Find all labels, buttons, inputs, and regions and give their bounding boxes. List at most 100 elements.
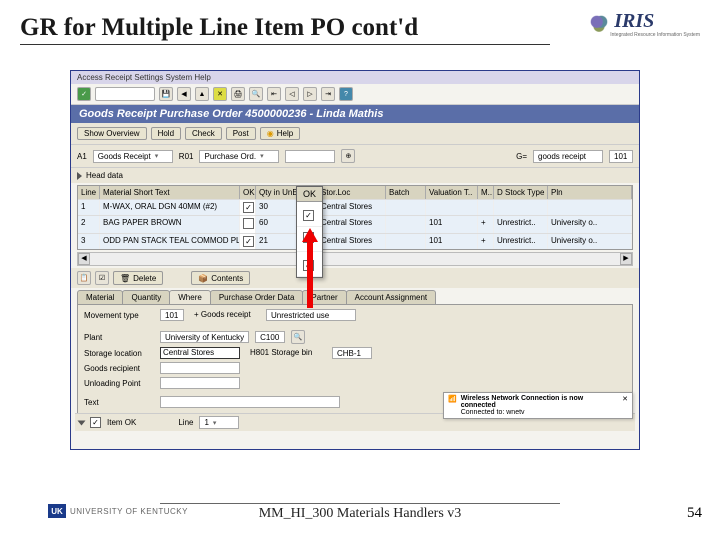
delete-button[interactable]: 🗑Delete — [113, 271, 163, 285]
col-pln[interactable]: Pln — [548, 186, 632, 199]
reference-dropdown[interactable]: Purchase Ord. — [199, 150, 279, 163]
notif-line1: Wireless Network Connection is now conne… — [461, 395, 618, 409]
close-icon[interactable]: ✕ — [622, 395, 628, 403]
contents-button[interactable]: 📦Contents — [191, 271, 250, 285]
table-row[interactable]: 2BAG PAPER BROWN60IVCentral Stores101+Un… — [78, 215, 632, 233]
tab-where[interactable]: Where — [169, 290, 211, 304]
storage-location-label: Storage location — [84, 349, 154, 358]
first-page-icon[interactable]: ⇤ — [267, 87, 281, 101]
table-row[interactable]: 3ODD PAN STACK TEAL COMMOD PLSTC✓21IVCen… — [78, 233, 632, 249]
unloading-point-field[interactable] — [160, 377, 240, 389]
scroll-right-icon[interactable]: ▶ — [620, 253, 632, 265]
col-ok[interactable]: OK — [240, 186, 256, 199]
check-button[interactable]: Check — [185, 127, 222, 140]
iris-text: IRIS — [614, 10, 700, 33]
slide-footer: MM_HI_300 Materials Handlers v3 — [160, 503, 560, 522]
tab-account-assignment[interactable]: Account Assignment — [346, 290, 436, 304]
movement-type-label: Movement type — [84, 311, 154, 320]
tab-quantity[interactable]: Quantity — [122, 290, 170, 304]
movement-type-text: + Goods receipt — [190, 309, 260, 321]
plant-search-icon[interactable]: 🔍 — [291, 330, 305, 344]
expand-icon — [77, 172, 82, 180]
goods-recipient-field[interactable] — [160, 362, 240, 374]
plant-field[interactable]: University of Kentucky — [160, 331, 249, 343]
cancel-icon[interactable]: ✕ — [213, 87, 227, 101]
iris-flower-icon — [588, 13, 610, 35]
window-title: Goods Receipt Purchase Order 4500000236 … — [71, 105, 639, 123]
plant-code[interactable]: C100 — [255, 331, 285, 343]
movement-type-field[interactable]: 101 — [160, 309, 184, 321]
table-row[interactable]: 1M-WAX, ORAL DGN 40MM (#2)✓30IVCentral S… — [78, 199, 632, 215]
help-button[interactable]: ◉Help — [260, 127, 300, 140]
back-icon[interactable]: ◀ — [177, 87, 191, 101]
r01-label: R01 — [179, 152, 194, 161]
post-button[interactable]: Post — [226, 127, 256, 140]
a1-label: A1 — [77, 152, 87, 161]
network-notification[interactable]: 📶 Wireless Network Connection is now con… — [443, 392, 633, 419]
callout-arrow — [304, 228, 316, 308]
col-qty[interactable]: Qty in UnE — [256, 186, 300, 199]
help-icon[interactable]: ? — [339, 87, 353, 101]
show-overview-button[interactable]: Show Overview — [77, 127, 147, 140]
command-field[interactable] — [95, 87, 155, 101]
col-material[interactable]: Material Short Text — [100, 186, 240, 199]
uk-logo-badge: UK — [48, 504, 66, 518]
scroll-left-icon[interactable]: ◀ — [78, 253, 90, 265]
standard-toolbar: ✓ 💾 ◀ ▲ ✕ 🖨 🔍 ⇤ ◁ ▷ ⇥ ? — [71, 84, 639, 105]
notif-line2: Connected to: wnetv — [461, 409, 618, 416]
item-ok-checkbox[interactable]: ✓ — [90, 417, 101, 428]
iris-subtitle: Integrated Resource Information System — [610, 33, 700, 38]
col-stock[interactable]: D Stock Type — [494, 186, 548, 199]
col-m[interactable]: M.. — [478, 186, 494, 199]
find-icon[interactable]: 🔍 — [249, 87, 263, 101]
unloading-point-label: Unloading Point — [84, 379, 154, 388]
prev-page-icon[interactable]: ◁ — [285, 87, 299, 101]
col-sloc[interactable]: Stor.Loc — [318, 186, 386, 199]
print-icon[interactable]: 🖨 — [231, 87, 245, 101]
stock-type-dropdown[interactable]: Unrestricted use — [266, 309, 356, 321]
storage-bin-field[interactable]: CHB-1 — [332, 347, 372, 359]
slide-number: 54 — [687, 505, 702, 522]
movement-code-field[interactable]: 101 — [609, 150, 633, 163]
collapse-icon[interactable] — [78, 420, 86, 425]
next-page-icon[interactable]: ▷ — [303, 87, 317, 101]
item-ok-label: Item OK — [107, 418, 136, 427]
storage-bin-label: H801 Storage bin — [246, 347, 326, 359]
exit-icon[interactable]: ▲ — [195, 87, 209, 101]
filter-row: A1 Goods Receipt R01 Purchase Ord. ⊕ G= … — [71, 144, 639, 168]
text-label: Text — [84, 398, 154, 407]
select-all-icon[interactable]: ☑ — [95, 271, 109, 285]
storage-location-field[interactable]: Central Stores — [160, 347, 240, 359]
col-line[interactable]: Line — [78, 186, 100, 199]
last-page-icon[interactable]: ⇥ — [321, 87, 335, 101]
movement-text-field[interactable]: goods receipt — [533, 150, 603, 163]
line-label: Line — [178, 418, 193, 427]
col-val[interactable]: Valuation T.. — [426, 186, 478, 199]
save-icon[interactable]: 💾 — [159, 87, 173, 101]
sap-window: Access Receipt Settings System Help ✓ 💾 … — [70, 70, 640, 450]
copy-icon[interactable]: 📋 — [77, 271, 91, 285]
line-dropdown[interactable]: 1 — [199, 416, 239, 429]
menu-bar[interactable]: Access Receipt Settings System Help — [71, 71, 639, 84]
plant-label: Plant — [84, 333, 154, 342]
text-field[interactable] — [160, 396, 340, 408]
app-toolbar: Show Overview Hold Check Post ◉Help — [71, 123, 639, 144]
wifi-icon: 📶 — [448, 395, 457, 403]
slide-title: GR for Multiple Line Item PO cont'd — [20, 14, 550, 45]
hold-button[interactable]: Hold — [151, 127, 181, 140]
transaction-dropdown[interactable]: Goods Receipt — [93, 150, 173, 163]
tab-purchase-order-data[interactable]: Purchase Order Data — [210, 290, 304, 304]
goods-recipient-label: Goods recipient — [84, 364, 154, 373]
po-field-1[interactable] — [285, 150, 335, 163]
ok-check-1[interactable]: ✓ — [303, 210, 314, 221]
execute-icon[interactable]: ⊕ — [341, 149, 355, 163]
tab-material[interactable]: Material — [77, 290, 123, 304]
col-batch[interactable]: Batch — [386, 186, 426, 199]
detail-tabs: MaterialQuantityWherePurchase Order Data… — [77, 290, 633, 304]
grid-action-row: 📋 ☑ 🗑Delete 📦Contents — [71, 268, 639, 288]
items-grid: Line Material Short Text OK Qty in UnE E… — [77, 185, 633, 250]
enter-icon[interactable]: ✓ — [77, 87, 91, 101]
grid-scrollbar[interactable]: ◀ ▶ — [77, 252, 633, 266]
head-data-toggle[interactable]: Head data — [71, 168, 639, 183]
iris-logo: IRIS Integrated Resource Information Sys… — [588, 10, 700, 38]
